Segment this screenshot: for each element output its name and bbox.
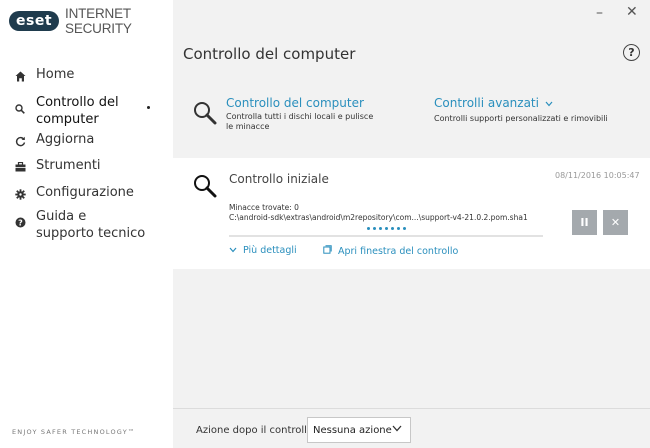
help-button[interactable]: ? [623,44,640,61]
computer-scan-option[interactable]: Controllo del computer Controlla tutti i… [193,96,376,132]
more-details-link[interactable]: Più dettagli [229,245,297,256]
gear-icon [14,187,26,201]
pause-button[interactable]: II [572,210,597,235]
chevron-down-icon [392,424,402,435]
sidebar-item-label: Home [36,67,75,82]
toolbox-icon [14,160,26,174]
sidebar-item-label: Strumenti [36,158,101,173]
minimize-button[interactable]: – [596,5,603,21]
scan-progress-card: Controllo iniziale 08/11/2016 10:05:47 M… [173,158,650,269]
threats-found: Minacce trovate: 0 [229,203,299,212]
open-scan-window-label: Apri finestra del controllo [338,245,459,257]
sidebar-item-tools[interactable]: Strumenti [0,157,173,181]
help-icon: ? [14,215,26,229]
sidebar-item-update[interactable]: Aggiorna [0,131,173,155]
after-scan-select[interactable]: Nessuna azione [307,417,411,443]
current-scan-path: C:\android-sdk\extras\android\m2reposito… [229,213,528,222]
sidebar-item-computer-scan[interactable]: Controllo del computer [0,94,173,134]
bottom-bar: Azione dopo il controllo Nessuna azione [173,408,650,448]
active-indicator [147,106,150,109]
after-scan-value: Nessuna azione [313,424,392,436]
tagline: ENJOY SAFER TECHNOLOGY™ [12,428,136,436]
sidebar-item-label: Aggiorna [36,132,95,147]
open-scan-window-link[interactable]: Apri finestra del controllo [323,245,458,257]
computer-scan-description: Controlla tutti i dischi locali e pulisc… [226,112,374,131]
home-icon [14,69,26,83]
chevron-down-icon [229,246,237,256]
stop-button[interactable]: ✕ [603,210,628,235]
sidebar-item-label: Controllo del computer [36,95,119,127]
close-button[interactable]: ✕ [626,4,638,20]
refresh-icon [14,134,26,148]
window-icon [323,245,332,257]
advanced-scans-label: Controlli avanzati [434,96,539,110]
sidebar-item-label: Configurazione [36,185,134,200]
more-details-label: Più dettagli [243,245,297,256]
progress-track [229,235,543,237]
advanced-scans-description: Controlli supporti personalizzati e rimo… [434,114,608,123]
computer-scan-link[interactable]: Controllo del computer [226,96,376,111]
main-panel: Controllo del computer ? Controllo del c… [173,0,650,448]
search-icon [14,102,26,116]
eset-logo-badge: eset [9,11,60,31]
advanced-scans-link[interactable]: Controlli avanzati [434,96,634,113]
after-scan-label: Azione dopo il controllo [196,425,314,436]
progress-dots [367,227,406,230]
product-name: INTERNET SECURITY [65,6,132,36]
page-title: Controllo del computer [183,45,356,63]
sidebar-item-home[interactable]: Home [0,66,173,90]
eset-logo: eset INTERNET SECURITY [9,6,173,36]
scan-title: Controllo iniziale [229,172,329,186]
magnifier-icon [193,101,217,132]
magnifier-icon [193,174,217,202]
svg-text:?: ? [18,218,23,227]
sidebar: eset INTERNET SECURITY Home Controllo de… [0,0,173,448]
sidebar-item-setup[interactable]: Configurazione [0,184,173,208]
chevron-down-icon [545,98,553,113]
sidebar-item-label: Guida e supporto tecnico [36,209,146,241]
scan-timestamp: 08/11/2016 10:05:47 [555,171,640,180]
sidebar-nav: Home Controllo del computer Aggiorna Str… [0,66,173,248]
advanced-scans-option[interactable]: Controlli avanzati Controlli supporti pe… [434,96,634,124]
sidebar-item-help-support[interactable]: ? Guida e supporto tecnico [0,208,173,248]
